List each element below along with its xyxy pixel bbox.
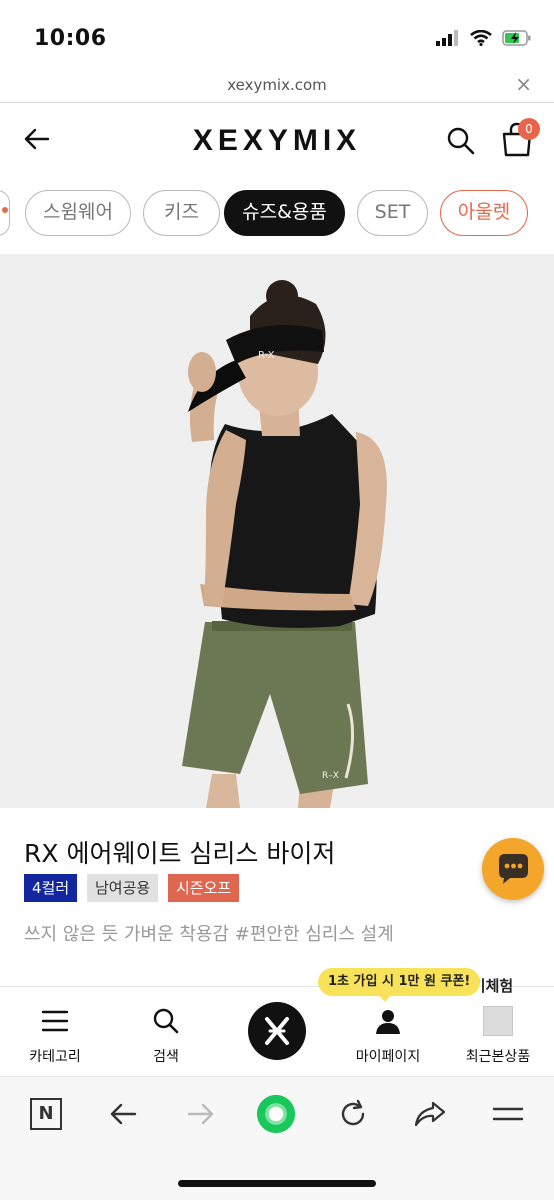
menu-icon xyxy=(41,1010,69,1032)
chat-bubble-icon xyxy=(499,854,528,884)
nav-recent-products[interactable]: 최근본상품 xyxy=(443,1004,553,1066)
menu-icon xyxy=(492,1107,524,1121)
refresh-button[interactable] xyxy=(333,1094,373,1134)
share-button[interactable] xyxy=(410,1094,450,1134)
chat-button[interactable] xyxy=(482,838,544,900)
green-dot-button[interactable] xyxy=(256,1094,296,1134)
product-photo-illustration: R-X R–X xyxy=(182,280,387,808)
nav-search[interactable]: 검색 xyxy=(111,1004,221,1066)
tooltip-tail xyxy=(378,994,392,1002)
nav-label-mypage: 마이페이지 xyxy=(355,1049,421,1065)
naver-n-button[interactable]: N xyxy=(26,1094,66,1134)
forward-arrow-icon xyxy=(187,1103,214,1125)
signup-coupon-tooltip[interactable]: 1초 가입 시 1만 원 쿠폰! xyxy=(318,968,481,996)
season-off-badge: 시즌오프 xyxy=(168,874,240,902)
naver-n-icon: N xyxy=(30,1098,62,1130)
signal-icon xyxy=(436,30,458,46)
home-indicator xyxy=(178,1180,376,1187)
search-icon xyxy=(153,1008,179,1034)
color-count-badge: 4컬러 xyxy=(24,874,78,902)
nav-mypage[interactable]: 마이페이지 xyxy=(333,1004,443,1066)
close-icon[interactable]: × xyxy=(515,72,532,96)
nav-label-search: 검색 xyxy=(153,1049,179,1065)
product-title: RX 에어웨이트 심리스 바이저 xyxy=(24,839,336,868)
browser-menu-button[interactable] xyxy=(488,1094,528,1134)
status-time: 10:06 xyxy=(34,26,107,51)
new-dot-icon xyxy=(2,207,8,213)
visor-logo-text: R-X xyxy=(258,350,275,361)
unisex-badge: 남여공용 xyxy=(87,874,159,902)
url-domain[interactable]: xexymix.com xyxy=(0,76,554,94)
person-icon xyxy=(376,1010,400,1034)
divider xyxy=(0,102,554,103)
green-dot-icon xyxy=(256,1094,296,1134)
refresh-icon xyxy=(341,1099,365,1126)
nav-category[interactable]: 카테고리 xyxy=(0,1004,110,1066)
wifi-icon xyxy=(470,30,492,46)
category-chip-outlet[interactable]: 아울렛 xyxy=(440,190,528,236)
browser-forward-button[interactable] xyxy=(181,1094,221,1134)
recent-product-thumbnail xyxy=(483,1006,513,1036)
brand-logo-icon xyxy=(265,1017,289,1045)
category-chip-shoes-goods[interactable]: 슈즈&용품 xyxy=(224,190,345,236)
share-icon xyxy=(414,1101,446,1127)
nav-label-recent: 최근본상품 xyxy=(465,1049,531,1065)
category-chip-swimwear[interactable]: 스윔웨어 xyxy=(25,190,131,236)
category-chip-kids[interactable]: 키즈 xyxy=(143,190,220,236)
back-arrow-icon xyxy=(110,1103,137,1125)
product-image[interactable]: R-X R–X xyxy=(0,254,554,808)
cart-count-badge: 0 xyxy=(518,118,540,140)
status-icons xyxy=(436,30,532,46)
nav-label-category: 카테고리 xyxy=(29,1049,81,1065)
home-logo-button[interactable] xyxy=(248,1002,306,1060)
svg-text:R–X: R–X xyxy=(322,771,339,781)
search-icon[interactable] xyxy=(446,126,476,156)
category-chip-partial[interactable] xyxy=(0,190,10,236)
product-subtitle: 쓰지 않은 듯 가벼운 착용감 #편안한 심리스 설계 xyxy=(24,924,394,945)
category-chip-set[interactable]: SET xyxy=(357,190,428,236)
browser-back-button[interactable] xyxy=(103,1094,143,1134)
battery-charging-icon xyxy=(502,30,531,46)
